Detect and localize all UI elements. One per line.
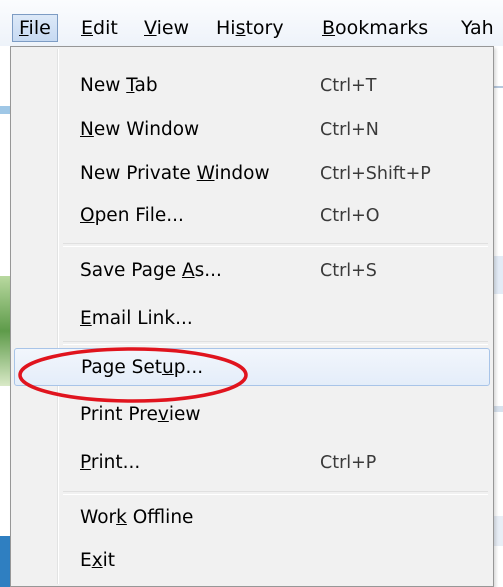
menu-item-label: Exit (80, 550, 116, 571)
menu-file[interactable]: File (12, 14, 58, 42)
menu-yahoo[interactable]: Yah (455, 14, 500, 42)
menu-item-label: New Tab (80, 75, 158, 96)
menu-separator (63, 341, 488, 345)
shortcut-text: Ctrl+N (320, 120, 379, 140)
menu-item-save-page-as[interactable]: Save Page As... Ctrl+S (14, 252, 490, 290)
menu-item-label: Work Offline (80, 507, 194, 528)
shortcut-text: Ctrl+O (320, 206, 380, 226)
menu-item-label: Print... (80, 452, 141, 473)
file-menu-dropdown: New Tab Ctrl+T New Window Ctrl+N New Pri… (10, 46, 494, 587)
menu-item-email-link[interactable]: Email Link... (14, 300, 490, 338)
menu-item-new-tab[interactable]: New Tab Ctrl+T (14, 67, 490, 105)
menu-item-new-private-window[interactable]: New Private Window Ctrl+Shift+P (14, 155, 490, 193)
menu-item-open-file[interactable]: Open File... Ctrl+O (14, 197, 490, 235)
menu-history[interactable]: History (210, 14, 290, 42)
menu-item-print-preview[interactable]: Print Preview (14, 396, 490, 434)
menu-item-label: Open File... (80, 205, 184, 226)
menu-item-work-offline[interactable]: Work Offline (14, 499, 490, 537)
menu-item-exit[interactable]: Exit (14, 542, 490, 580)
shortcut-text: Ctrl+P (320, 453, 377, 473)
menu-item-label: Email Link... (80, 308, 193, 329)
shortcut-text: Ctrl+S (320, 261, 377, 281)
menu-separator (63, 491, 488, 495)
menu-item-new-window[interactable]: New Window Ctrl+N (14, 111, 490, 149)
menu-bar: File Edit View History Bookmarks Yah (0, 0, 503, 47)
background-page-right (494, 46, 503, 587)
menu-item-label: New Window (80, 119, 200, 140)
menu-view[interactable]: View (138, 14, 195, 42)
menu-item-print[interactable]: Print... Ctrl+P (14, 444, 490, 482)
menu-item-page-setup[interactable]: Page Setup... (14, 348, 490, 386)
menu-bookmarks[interactable]: Bookmarks (316, 14, 434, 42)
menu-item-label: Page Setup... (81, 357, 204, 378)
shortcut-text: Ctrl+T (320, 76, 377, 96)
menu-edit[interactable]: Edit (75, 14, 124, 42)
menu-separator (63, 243, 488, 247)
menu-item-label: Print Preview (80, 404, 201, 425)
background-page-left (0, 46, 10, 587)
menu-item-label: Save Page As... (80, 260, 222, 281)
menu-item-label: New Private Window (80, 163, 270, 184)
shortcut-text: Ctrl+Shift+P (320, 164, 431, 184)
